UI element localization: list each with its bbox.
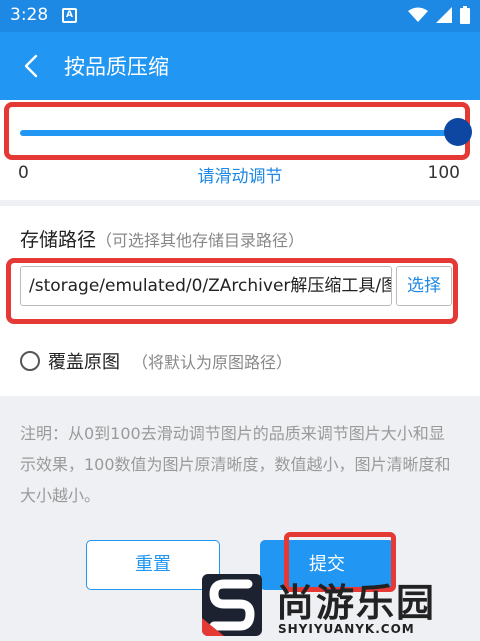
signal-icon bbox=[436, 7, 452, 23]
page-title: 按品质压缩 bbox=[64, 55, 169, 79]
back-chevron-icon[interactable] bbox=[18, 52, 46, 80]
system-icons bbox=[408, 6, 470, 24]
quality-slider-track[interactable] bbox=[20, 130, 460, 136]
slider-hint: 请滑动调节 bbox=[197, 167, 283, 187]
select-path-button[interactable]: 选择 bbox=[396, 266, 452, 306]
storage-label-text: 存储路径 bbox=[20, 229, 97, 251]
notification-icon: A bbox=[62, 8, 77, 23]
overwrite-radio[interactable] bbox=[20, 351, 40, 371]
app-bar: 按品质压缩 bbox=[0, 32, 480, 100]
storage-path-input[interactable]: /storage/emulated/0/ZArchiver解压缩工具/图 bbox=[20, 266, 392, 306]
overwrite-option[interactable]: 覆盖原图 （将默认为原图路径） bbox=[20, 348, 292, 374]
overwrite-hint: （将默认为原图路径） bbox=[132, 353, 293, 372]
battery-icon bbox=[460, 6, 470, 24]
status-time: 3:28 bbox=[10, 5, 49, 25]
watermark-title: 尚游乐园 bbox=[276, 581, 437, 625]
wifi-icon bbox=[408, 7, 428, 22]
storage-label: 存储路径（可选择其他存储目录路径） bbox=[20, 225, 304, 252]
storage-label-hint: （可选择其他存储目录路径） bbox=[96, 231, 305, 250]
watermark-logo-icon bbox=[202, 574, 262, 636]
status-bar: 3:28 A bbox=[0, 0, 480, 32]
quality-slider-thumb[interactable] bbox=[444, 118, 472, 146]
overwrite-label: 覆盖原图 bbox=[48, 352, 120, 373]
slider-max-label: 100 bbox=[427, 163, 460, 183]
watermark: 尚游乐园 SHYIYUANYK.COM bbox=[194, 570, 480, 641]
note-text: 注明：从0到100去滑动调节图片的品质来调节图片大小和显示效果，100数值为图片… bbox=[20, 424, 451, 505]
watermark-url: SHYIYUANYK.COM bbox=[278, 622, 415, 636]
